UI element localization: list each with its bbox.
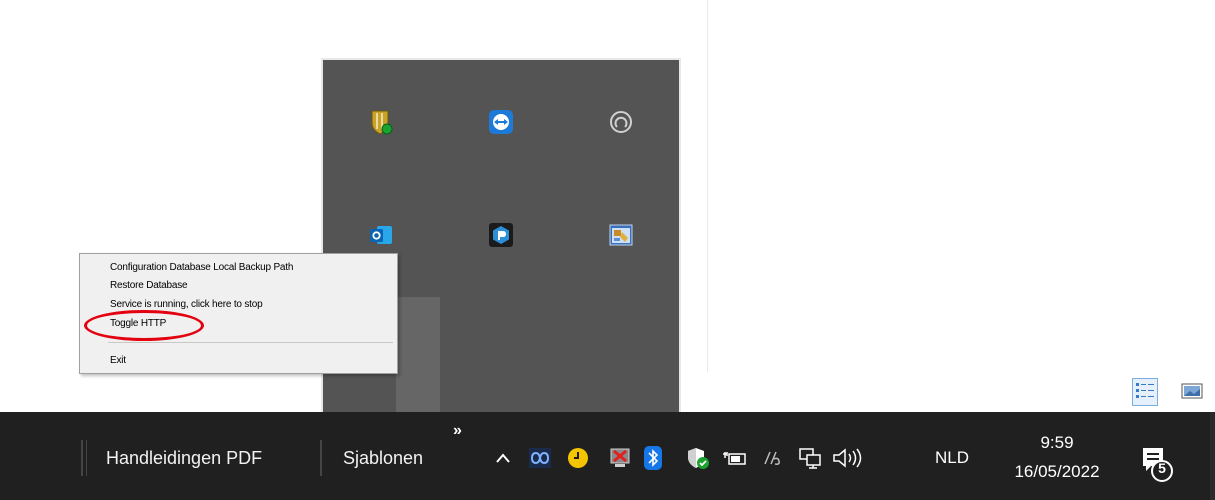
desktop-divider bbox=[707, 0, 708, 372]
sync-ring-icon[interactable] bbox=[601, 102, 641, 142]
teamviewer-icon[interactable] bbox=[481, 102, 521, 142]
taskbar-button-handleidingen-pdf[interactable]: Handleidingen PDF bbox=[106, 448, 262, 469]
bluetooth-icon[interactable] bbox=[640, 444, 666, 472]
taskbar-separator bbox=[320, 440, 322, 476]
clock-date: 16/05/2022 bbox=[1014, 462, 1100, 481]
wired-network-icon[interactable] bbox=[797, 444, 823, 472]
toolbar-overflow-icon[interactable]: » bbox=[453, 422, 462, 440]
menu-separator bbox=[108, 342, 393, 343]
taskbar-separator bbox=[86, 440, 87, 476]
clock-app-icon[interactable] bbox=[565, 444, 591, 472]
menu-item-exit[interactable]: Exit bbox=[110, 355, 126, 366]
taskbar-separator bbox=[81, 440, 83, 476]
show-desktop-button[interactable] bbox=[1210, 412, 1215, 500]
menu-item-service-running[interactable]: Service is running, click here to stop bbox=[110, 299, 263, 310]
menu-item-restore-database[interactable]: Restore Database bbox=[110, 280, 188, 291]
show-hidden-icons-icon[interactable] bbox=[492, 444, 514, 472]
highlight-annotation-ellipse bbox=[84, 310, 204, 341]
details-view-icon[interactable] bbox=[1132, 378, 1158, 406]
dell-infinity-icon[interactable] bbox=[527, 444, 553, 472]
battery-icon[interactable] bbox=[722, 444, 748, 472]
action-center-button[interactable]: 5 bbox=[1138, 440, 1188, 486]
volume-icon[interactable] bbox=[830, 444, 866, 472]
taskbar: Handleidingen PDF Sjablonen » NLD 9:59 1… bbox=[0, 412, 1215, 500]
outlook-icon[interactable] bbox=[361, 215, 401, 255]
app-window-icon[interactable] bbox=[601, 215, 641, 255]
input-language-indicator[interactable]: NLD bbox=[935, 448, 969, 468]
shield-status-icon[interactable] bbox=[361, 102, 401, 142]
taskbar-clock[interactable]: 9:59 16/05/2022 bbox=[996, 428, 1118, 486]
tray-hover-tile bbox=[396, 297, 440, 415]
menu-item-config-backup-path[interactable]: Configuration Database Local Backup Path bbox=[110, 262, 293, 273]
windows-security-icon[interactable] bbox=[685, 444, 711, 472]
taskbar-button-sjablonen[interactable]: Sjablonen bbox=[343, 448, 423, 469]
large-icons-view-icon[interactable] bbox=[1180, 378, 1206, 406]
network-error-icon[interactable] bbox=[607, 444, 633, 472]
app-hexagon-icon[interactable] bbox=[481, 215, 521, 255]
clock-time: 9:59 bbox=[1040, 433, 1074, 452]
notification-count-badge: 5 bbox=[1158, 460, 1166, 476]
pen-input-icon[interactable] bbox=[761, 444, 783, 472]
